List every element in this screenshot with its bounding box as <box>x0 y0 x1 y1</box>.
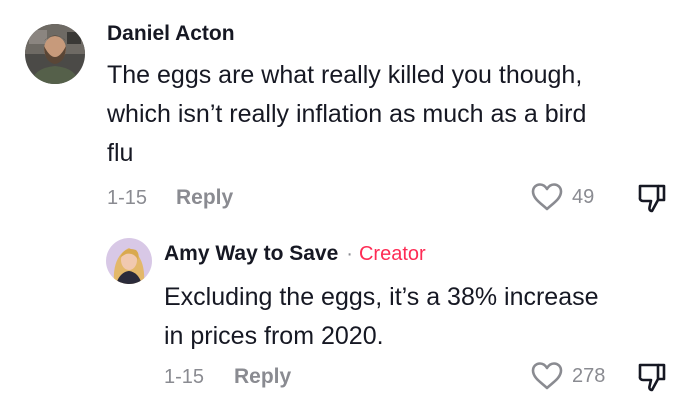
comment-text-line: The eggs are what really killed you thou… <box>107 61 583 89</box>
reply-text-line: Excluding the eggs, it’s a 38% increase <box>164 283 599 311</box>
reply-username[interactable]: Amy Way to Save <box>164 242 338 266</box>
comment-thread: Daniel Acton The eggs are what really ki… <box>0 0 700 406</box>
reply-text: Excluding the eggs, it’s a 38% increase … <box>164 278 599 356</box>
heart-outline-icon <box>531 362 563 390</box>
blonde-woman-avatar-icon <box>106 238 152 284</box>
comment-username[interactable]: Daniel Acton <box>107 22 235 46</box>
reply-text-line: in prices from 2020. <box>164 322 384 350</box>
reply-like-count: 278 <box>572 364 606 387</box>
bearded-man-avatar-icon <box>25 24 85 84</box>
dislike-button[interactable] <box>636 182 668 219</box>
comment-text: The eggs are what really killed you thou… <box>107 56 586 173</box>
creator-badge: Creator <box>358 243 426 265</box>
avatar-daniel-acton[interactable] <box>25 24 85 84</box>
heart-outline-icon <box>531 183 563 211</box>
avatar-amy-way-to-save[interactable] <box>106 238 152 284</box>
reply-reply-button[interactable]: Reply <box>234 365 291 389</box>
reply-date: 1-15 <box>164 366 205 388</box>
separator-dot: · <box>346 243 353 265</box>
like-button[interactable]: 49 <box>530 182 594 212</box>
thumbs-down-outline-icon <box>638 184 666 213</box>
reply-header: Amy Way to Save · Creator <box>164 242 426 266</box>
reply-button[interactable]: Reply <box>176 186 233 210</box>
comment-date: 1-15 <box>107 187 148 209</box>
comment-text-line: which isn’t really inflation as much as … <box>107 100 587 128</box>
reply-dislike-button[interactable] <box>636 361 668 398</box>
reply-like-button[interactable]: 278 <box>530 361 605 391</box>
thumbs-down-outline-icon <box>638 363 666 392</box>
comment-text-line: flu <box>107 139 134 167</box>
like-count: 49 <box>572 185 595 208</box>
